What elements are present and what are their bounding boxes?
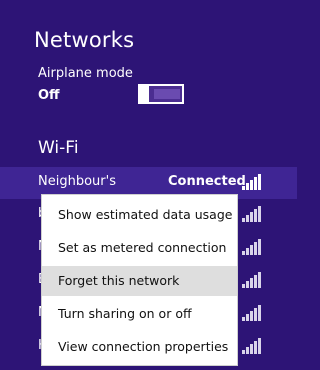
network-context-menu: Show estimated data usage Set as metered…	[42, 195, 237, 365]
menu-item-show-data-usage[interactable]: Show estimated data usage	[42, 200, 237, 230]
network-status: Connected	[168, 174, 246, 189]
toggle-track	[154, 89, 180, 99]
network-name: Neighbour's	[38, 174, 116, 189]
airplane-mode-value: Off	[38, 88, 60, 103]
menu-item-turn-sharing[interactable]: Turn sharing on or off	[42, 299, 237, 329]
signal-strength-icon	[242, 272, 262, 288]
signal-strength-icon	[242, 206, 262, 222]
airplane-mode-label: Airplane mode	[38, 66, 133, 81]
signal-strength-icon	[242, 239, 262, 255]
wifi-heading: Wi-Fi	[38, 138, 79, 158]
signal-strength-icon	[242, 174, 262, 190]
menu-item-forget-network[interactable]: Forget this network	[42, 266, 237, 296]
airplane-mode-toggle[interactable]	[138, 84, 184, 104]
menu-item-set-metered[interactable]: Set as metered connection	[42, 233, 237, 263]
networks-title: Networks	[34, 28, 135, 52]
signal-strength-icon	[242, 305, 262, 321]
signal-strength-icon	[242, 338, 262, 354]
menu-item-view-properties[interactable]: View connection properties	[42, 332, 237, 362]
toggle-thumb[interactable]	[140, 86, 149, 102]
